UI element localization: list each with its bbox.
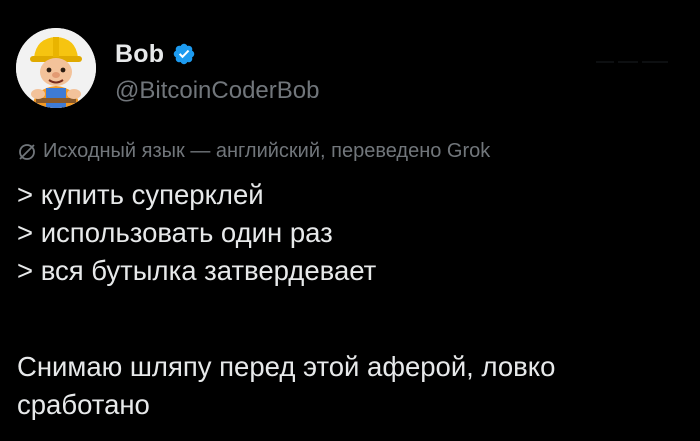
post-container: Bob @BitcoinCoderBob Исходный язык — анг…: [0, 0, 700, 441]
author-display-name[interactable]: Bob: [115, 40, 164, 69]
translate-globe-icon: [19, 143, 35, 160]
translation-note[interactable]: Исходный язык — английский, переведено G…: [17, 140, 490, 163]
post-line: > вся бутылка затвердевает: [17, 255, 377, 286]
avatar[interactable]: [16, 28, 96, 108]
verified-badge-icon: [173, 43, 195, 65]
more-options-icon[interactable]: [596, 50, 678, 64]
post-body: > купить суперклей > использовать один р…: [17, 176, 685, 424]
translation-note-text: Исходный язык — английский, переведено G…: [43, 140, 491, 162]
post-paragraph: Снимаю шляпу перед этой аферой, ловко ср…: [17, 351, 556, 420]
post-line: > купить суперклей: [17, 179, 264, 210]
author-handle[interactable]: @BitcoinCoderBob: [115, 77, 319, 105]
author-name-row[interactable]: Bob: [115, 40, 196, 68]
post-line: > использовать один раз: [17, 217, 333, 248]
bob-the-builder-avatar-icon: [16, 28, 96, 108]
